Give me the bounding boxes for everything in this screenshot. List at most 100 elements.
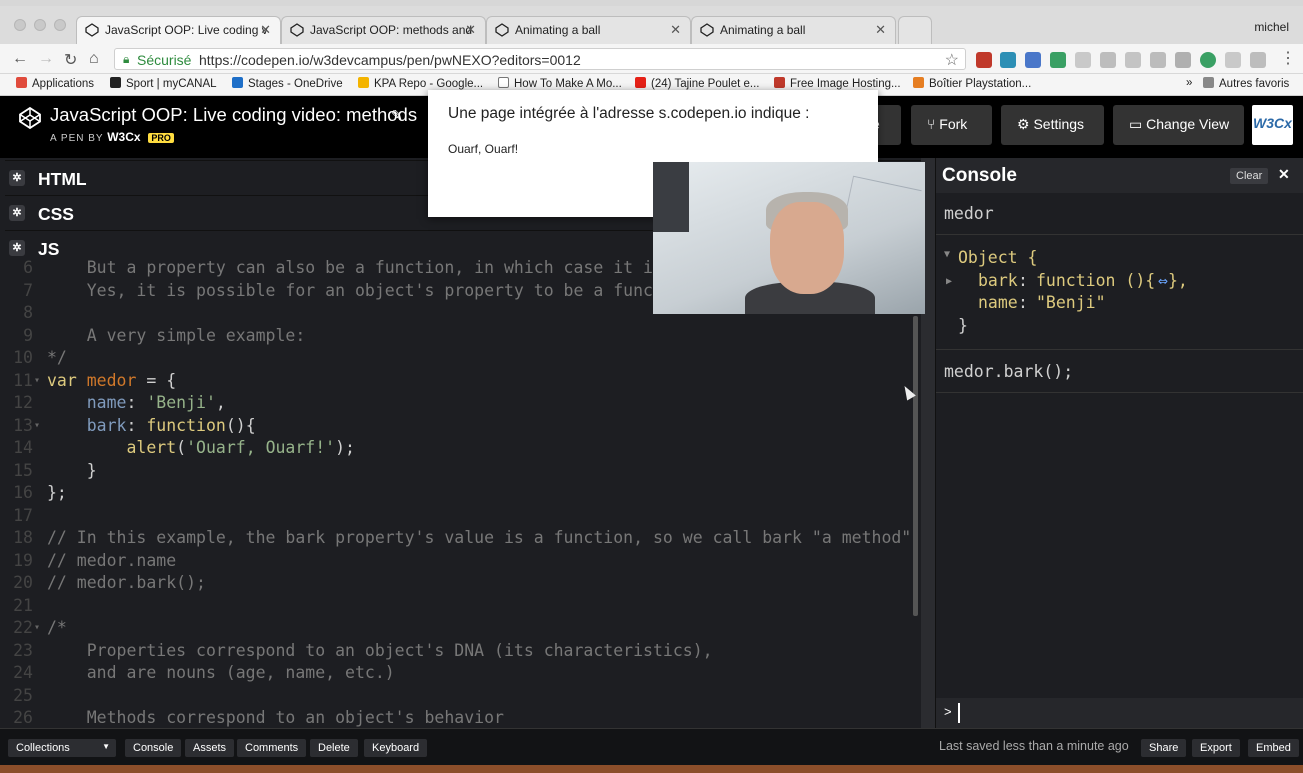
comments-button[interactable]: Comments xyxy=(237,739,307,757)
profile-name[interactable]: michel xyxy=(1254,20,1289,34)
extension-icon[interactable] xyxy=(1075,52,1091,68)
chevron-down-icon: ▼ xyxy=(102,742,110,751)
collections-dropdown[interactable]: Collections ▼ xyxy=(8,739,116,757)
console-entry: medor.bark(); xyxy=(936,351,1303,393)
fork-icon: ⑂ xyxy=(927,116,940,132)
console-input: medor xyxy=(944,204,994,223)
js-code-editor[interactable]: 6 But a property can also be a function,… xyxy=(5,258,915,728)
console-entry: medor xyxy=(936,193,1303,235)
editor-scrollbar[interactable] xyxy=(913,316,918,616)
expand-triangle-icon[interactable]: ▼ xyxy=(944,249,950,260)
gear-icon[interactable]: ✲ xyxy=(9,240,25,256)
bookmark-item[interactable]: Sport | myCANAL xyxy=(110,77,217,90)
browser-menu-icon[interactable]: ⋮ xyxy=(1280,48,1296,68)
bookmark-item[interactable]: Boîtier Playstation... xyxy=(913,77,1031,90)
google-drive-icon xyxy=(358,77,369,88)
delete-button[interactable]: Delete xyxy=(310,739,358,757)
line-number: 17 xyxy=(13,505,33,525)
gear-icon[interactable]: ✲ xyxy=(9,205,25,221)
clear-console-button[interactable]: Clear xyxy=(1230,168,1269,184)
edit-pencil-icon[interactable]: ✎ xyxy=(391,107,403,124)
window-close-button[interactable] xyxy=(14,19,26,31)
back-arrow-icon[interactable]: ← xyxy=(12,50,28,68)
gear-icon[interactable]: ✲ xyxy=(9,170,25,186)
extension-icon[interactable] xyxy=(1225,52,1241,68)
embed-button[interactable]: Embed xyxy=(1248,739,1299,757)
bookmark-item[interactable]: Stages - OneDrive xyxy=(232,77,343,90)
new-tab-button[interactable] xyxy=(898,16,932,44)
extension-icon[interactable] xyxy=(1250,52,1266,68)
browser-tab-2[interactable]: JavaScript OOP: methods and ✕ xyxy=(281,16,486,44)
bookmark-item[interactable]: How To Make A Mo... xyxy=(498,77,622,90)
tab-close-icon[interactable]: ✕ xyxy=(465,22,476,38)
bookmark-applications[interactable]: Applications xyxy=(16,77,94,90)
user-avatar[interactable]: W3Cx xyxy=(1252,105,1293,145)
share-button[interactable]: Share xyxy=(1141,739,1187,757)
console-input-field[interactable]: > xyxy=(936,698,1303,728)
expand-triangle-icon[interactable]: ▶ xyxy=(946,276,952,287)
pen-title[interactable]: JavaScript OOP: Live coding video: metho… xyxy=(50,104,417,126)
console-title: Console xyxy=(942,165,1017,186)
object-close: } xyxy=(958,316,968,335)
extension-icon[interactable] xyxy=(1150,52,1166,68)
close-icon[interactable]: ✕ xyxy=(1278,166,1290,183)
line-number: 6 xyxy=(23,258,33,277)
code-text: Yes, it is possible for an object's prop… xyxy=(47,280,663,300)
console-button[interactable]: Console xyxy=(125,739,182,757)
fold-arrow-icon[interactable]: ▾ xyxy=(34,622,40,633)
extension-icon[interactable] xyxy=(1025,52,1041,68)
fold-arrow-icon[interactable]: ▾ xyxy=(34,420,40,431)
pen-author[interactable]: W3Cx xyxy=(107,130,140,144)
change-view-button[interactable]: ▭ Change View xyxy=(1113,105,1244,145)
tab-close-icon[interactable]: ✕ xyxy=(670,22,681,38)
export-button[interactable]: Export xyxy=(1192,739,1240,757)
bookmark-item[interactable]: (24) Tajine Poulet e... xyxy=(635,77,759,90)
url-text[interactable]: https://codepen.io/w3devcampus/pen/pwNEX… xyxy=(199,52,581,68)
folder-icon xyxy=(1203,77,1214,88)
onedrive-icon xyxy=(232,77,243,88)
forward-arrow-icon[interactable]: → xyxy=(38,50,54,68)
other-bookmarks[interactable]: Autres favoris xyxy=(1203,77,1289,90)
browser-tab-3[interactable]: Animating a ball ✕ xyxy=(486,16,691,44)
window-minimize-button[interactable] xyxy=(34,19,46,31)
cast-icon[interactable] xyxy=(1175,52,1191,68)
codepen-logo-icon[interactable] xyxy=(18,106,42,130)
bookmarks-overflow-icon[interactable]: » xyxy=(1186,77,1192,89)
browser-tab-1[interactable]: JavaScript OOP: Live coding v ✕ xyxy=(76,16,281,44)
fold-arrow-icon[interactable]: ▾ xyxy=(34,375,40,386)
tab-title: Animating a ball xyxy=(720,23,806,37)
extension-icon[interactable] xyxy=(1125,52,1141,68)
image-host-icon xyxy=(774,77,785,88)
extension-icon[interactable] xyxy=(1050,52,1066,68)
ellipsis-icon[interactable]: ⇔ xyxy=(1158,271,1168,290)
home-icon[interactable]: ⌂ xyxy=(89,50,99,68)
code-text: A very simple example: xyxy=(47,325,306,345)
extension-icon[interactable] xyxy=(1000,52,1016,68)
fork-button[interactable]: ⑂ Fork xyxy=(911,105,992,145)
window-zoom-button[interactable] xyxy=(54,19,66,31)
apps-grid-icon xyxy=(16,77,27,88)
settings-button[interactable]: ⚙ Settings xyxy=(1001,105,1104,145)
browser-tab-4[interactable]: Animating a ball ✕ xyxy=(691,16,896,44)
reload-icon[interactable]: ↻ xyxy=(64,50,77,70)
bookmark-item[interactable]: Free Image Hosting... xyxy=(774,77,901,90)
keyboard-button[interactable]: Keyboard xyxy=(364,739,428,757)
browser-toolbar: ← → ↻ ⌂ 🔒︎ Sécurisé https://codepen.io/w… xyxy=(0,44,1303,74)
assets-button[interactable]: Assets xyxy=(185,739,235,757)
tab-title: Animating a ball xyxy=(515,23,601,37)
extension-icon[interactable] xyxy=(1100,52,1116,68)
console-pane: Console Clear ✕ medor ▼ Object { ▶ bark … xyxy=(935,158,1303,728)
bookmark-star-icon[interactable]: ☆ xyxy=(945,50,959,70)
tab-close-icon[interactable]: ✕ xyxy=(260,22,271,38)
bookmark-item[interactable]: KPA Repo - Google... xyxy=(358,77,483,90)
code-text: and are nouns (age, name, etc.) xyxy=(47,663,395,682)
extension-icon[interactable] xyxy=(976,52,992,68)
codepen-favicon-icon xyxy=(85,23,99,37)
tab-close-icon[interactable]: ✕ xyxy=(875,22,886,38)
extension-icon[interactable] xyxy=(1200,52,1216,68)
save-status: Last saved less than a minute ago xyxy=(939,739,1129,753)
address-bar[interactable]: 🔒︎ Sécurisé https://codepen.io/w3devcamp… xyxy=(114,48,966,70)
code-text: // In this example, the bark property's … xyxy=(47,528,915,547)
console-input: medor.bark(); xyxy=(944,362,1074,381)
codepen-favicon-icon xyxy=(290,23,304,37)
